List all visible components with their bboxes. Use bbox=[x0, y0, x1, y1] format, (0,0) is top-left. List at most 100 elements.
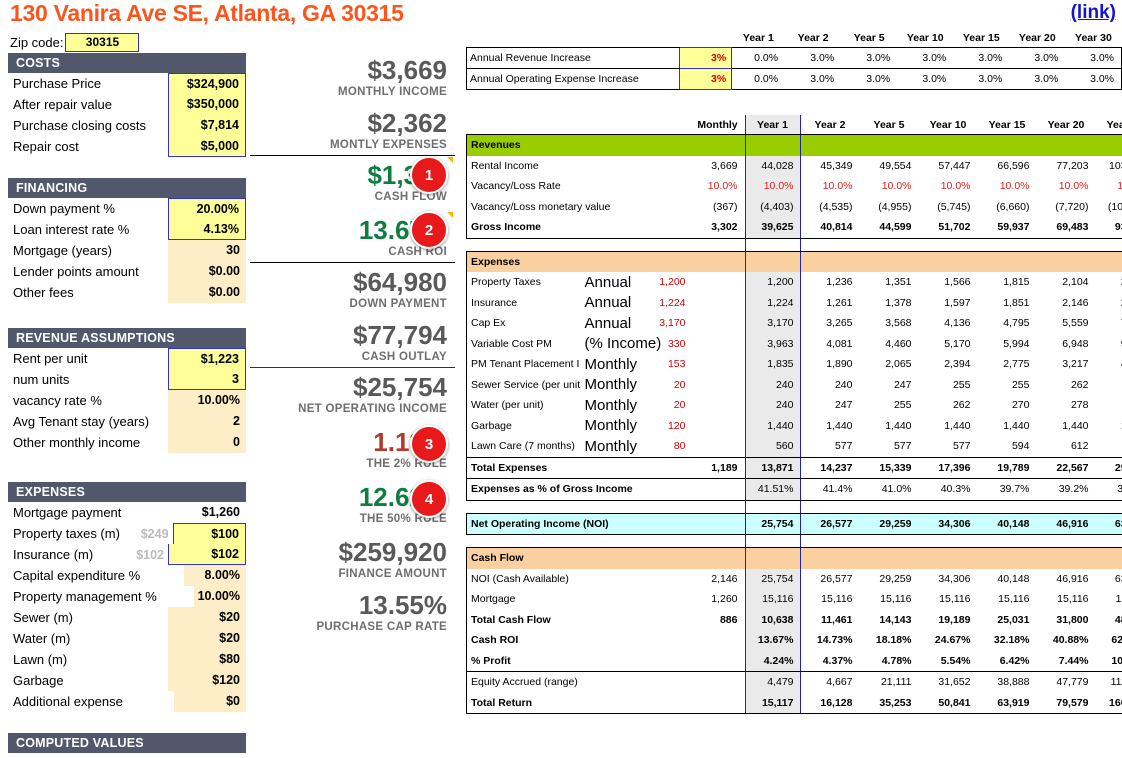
spacer-y1 bbox=[744, 238, 801, 251]
cash-roi-y20: 40.88% bbox=[1052, 634, 1089, 647]
cash-roi-y2: 14.73% bbox=[816, 634, 853, 647]
callout-badge-2[interactable]: 2 bbox=[410, 211, 448, 249]
total-expenses-y10: 17,396 bbox=[918, 456, 978, 479]
table-row: Water (per unit) Monthly 20 240 247 255 … bbox=[466, 395, 1122, 416]
comment-marker-icon bbox=[447, 212, 453, 218]
input-property-taxes-m[interactable]: $100 bbox=[172, 523, 246, 544]
cell-revenue-inc-y1: 0.0% bbox=[731, 47, 786, 69]
financing-section-title: FINANCING bbox=[8, 178, 246, 198]
expenses-pct-y10: 40.3% bbox=[918, 478, 978, 501]
vacancy-value-y30: (10,375) bbox=[1095, 196, 1122, 217]
noi-y30: 63,909 bbox=[1095, 512, 1122, 535]
row-garbage: Garbage $120 bbox=[8, 670, 246, 691]
input-down-payment-pct[interactable]: 20.00% bbox=[168, 198, 246, 219]
cap-ex-y2: 3,265 bbox=[826, 317, 853, 330]
input-rent-per-unit[interactable]: $1,223 bbox=[168, 348, 246, 369]
table-spacer-row bbox=[466, 238, 1122, 251]
label-vacancy-loss-rate: Vacancy/Loss Rate bbox=[466, 176, 691, 197]
gross-income-y30: 93,379 bbox=[1095, 217, 1122, 239]
assumptions-col-year-30: Year 30 bbox=[1075, 32, 1112, 44]
spacer-y1 bbox=[744, 534, 801, 548]
row-lawn-m: Lawn (m) $80 bbox=[8, 649, 246, 670]
property-taxes-y30: 2,828 bbox=[1095, 272, 1122, 293]
label-cash-roi: Cash ROI bbox=[466, 630, 691, 651]
label-mortgage-cf: Mortgage bbox=[466, 589, 691, 610]
total-return-y30: 160,641 bbox=[1095, 692, 1122, 714]
sewer-service-y10: 255 bbox=[952, 378, 971, 391]
gross-income-y2: 40,814 bbox=[800, 217, 860, 239]
label-garbage: Garbage bbox=[13, 673, 64, 688]
amount-sewer-service: 20 bbox=[673, 378, 686, 391]
comment-marker-icon bbox=[447, 157, 453, 163]
assumptions-header-row: Year 1 Year 2 Year 5 Year 10 Year 15 Yea… bbox=[467, 32, 1122, 48]
pct-profit-y5: 4.78% bbox=[859, 650, 919, 672]
callout-badge-1[interactable]: 1 bbox=[410, 156, 448, 194]
label-repair-cost: Repair cost bbox=[13, 139, 79, 154]
input-loan-interest-rate[interactable]: 4.13% bbox=[168, 219, 246, 240]
pct-profit-y30: 10.00% bbox=[1095, 650, 1122, 672]
water-y15: 270 bbox=[1011, 399, 1030, 412]
insurance-y2: 1,261 bbox=[826, 296, 853, 309]
table-row: Cap Ex Annual 3,170 3,170 3,265 3,568 4,… bbox=[466, 313, 1122, 334]
input-purchase-closing-costs[interactable]: $7,814 bbox=[168, 115, 246, 136]
total-expenses-y20: 22,567 bbox=[1036, 456, 1096, 479]
row-mortgage-payment: Mortgage payment $1,260 bbox=[8, 502, 246, 523]
computed-values-section: COMPUTED VALUES bbox=[8, 733, 246, 753]
value-lender-points: $0.00 bbox=[168, 261, 246, 282]
label-capital-expenditure: Capital expenditure % bbox=[13, 568, 141, 583]
sewer-service-y20: 262 bbox=[1070, 378, 1089, 391]
noi-row: Net Operating Income (NOI) 25,754 26,577… bbox=[466, 512, 1122, 535]
label-property-taxes: Property Taxes bbox=[466, 272, 583, 293]
row-purchase-price: Purchase Price $324,900 bbox=[8, 73, 246, 94]
total-cf-y30: 48,792 bbox=[1095, 609, 1122, 630]
total-cf-y20: 31,800 bbox=[1056, 613, 1089, 626]
garbage-y30: 1,440 bbox=[1095, 415, 1122, 436]
vacancy-value-y2: (4,535) bbox=[819, 200, 853, 213]
input-repair-cost[interactable]: $5,000 bbox=[168, 136, 246, 157]
callout-badge-3[interactable]: 3 bbox=[410, 425, 448, 463]
input-after-repair-value[interactable]: $350,000 bbox=[168, 94, 246, 115]
input-insurance-m[interactable]: $102 bbox=[168, 544, 246, 565]
total-expenses-y5: 15,339 bbox=[859, 456, 919, 479]
label-noi: Net Operating Income (NOI) bbox=[466, 512, 691, 535]
external-link[interactable]: (link) bbox=[1071, 2, 1116, 24]
costs-section-title: COSTS bbox=[8, 53, 246, 73]
vacancy-value-monthly: (367) bbox=[712, 200, 738, 213]
label-mortgage-years: Mortgage (years) bbox=[13, 243, 112, 258]
input-num-units[interactable]: 3 bbox=[168, 369, 246, 390]
kpi-monthly-expenses-value: $2,362 bbox=[367, 108, 447, 138]
computed-values-title: COMPUTED VALUES bbox=[8, 733, 246, 753]
label-expenses-pct-gross: Expenses as % of Gross Income bbox=[466, 478, 691, 501]
pm-tenant-placement-y15: 2,775 bbox=[1003, 358, 1030, 371]
input-annual-opex-increase[interactable]: 3% bbox=[678, 68, 733, 90]
equity-accrued-y30: 111,848 bbox=[1095, 671, 1122, 693]
assumptions-header-spacer bbox=[467, 32, 680, 48]
pct-profit-monthly bbox=[690, 650, 745, 672]
callout-badge-4[interactable]: 4 bbox=[410, 480, 448, 518]
zip-code-input[interactable]: 30315 bbox=[65, 32, 140, 52]
property-taxes-y5: 1,351 bbox=[885, 276, 912, 289]
cash-roi-monthly bbox=[691, 630, 745, 651]
table-row: Gross Income 3,302 39,625 40,814 44,599 … bbox=[466, 217, 1122, 239]
property-address: 130 Vanira Ave SE, Atlanta, GA 30315 bbox=[10, 0, 404, 26]
equity-accrued-y5: 21,111 bbox=[880, 676, 912, 689]
label-lender-points: Lender points amount bbox=[13, 264, 139, 279]
expenses-pct-monthly bbox=[690, 478, 745, 501]
freq-garbage-expense: Monthly bbox=[584, 417, 638, 435]
revenues-band-y20 bbox=[1036, 134, 1096, 156]
vacancy-value-y15: (6,660) bbox=[996, 200, 1030, 213]
input-annual-revenue-increase[interactable]: 3% bbox=[678, 47, 733, 69]
table-row: Insurance Annual 1,224 1,224 1,261 1,378… bbox=[466, 292, 1122, 313]
property-taxes-y20: 2,104 bbox=[1062, 276, 1089, 289]
variable-cost-pm-y20: 6,948 bbox=[1062, 337, 1089, 350]
expenses-band-monthly bbox=[690, 250, 745, 272]
revenues-band-y2 bbox=[800, 134, 860, 156]
label-num-units: num units bbox=[13, 372, 70, 387]
row-lender-points: Lender points amount $0.00 bbox=[8, 261, 246, 282]
cap-ex-y1: 3,170 bbox=[744, 313, 801, 334]
equity-accrued-y15: 38,888 bbox=[997, 676, 1030, 689]
freq-cap-ex: Annual bbox=[584, 314, 632, 332]
row-capital-expenditure: Capital expenditure % 8.00% bbox=[8, 565, 246, 586]
gross-income-y1: 39,625 bbox=[744, 217, 801, 239]
input-purchase-price[interactable]: $324,900 bbox=[168, 73, 246, 94]
